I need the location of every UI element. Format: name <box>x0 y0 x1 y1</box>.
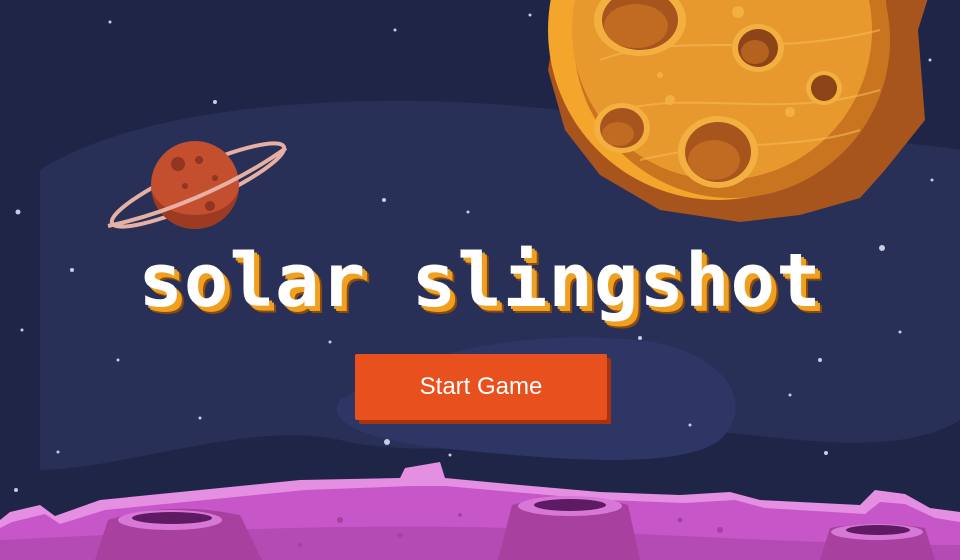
star <box>824 451 828 455</box>
star <box>818 358 822 362</box>
star <box>928 58 932 62</box>
star <box>20 328 24 332</box>
star <box>15 209 21 215</box>
game-title: solar slingshot <box>138 238 822 324</box>
start-game-button[interactable]: Start Game <box>355 354 607 420</box>
star <box>393 28 397 32</box>
star <box>108 20 112 24</box>
star <box>788 393 792 397</box>
star <box>56 450 60 454</box>
star <box>384 439 390 445</box>
star <box>930 178 934 182</box>
star <box>213 100 217 104</box>
star <box>688 423 692 427</box>
star <box>528 13 532 17</box>
star <box>14 488 18 492</box>
star <box>898 330 902 334</box>
star <box>466 210 470 214</box>
star <box>198 416 202 420</box>
star <box>382 198 386 202</box>
game-screen: solar slingshot Start Game <box>0 0 960 560</box>
star <box>116 358 120 362</box>
purple-moon-surface <box>0 462 960 560</box>
star <box>448 453 452 457</box>
star <box>638 336 642 340</box>
star <box>328 340 332 344</box>
